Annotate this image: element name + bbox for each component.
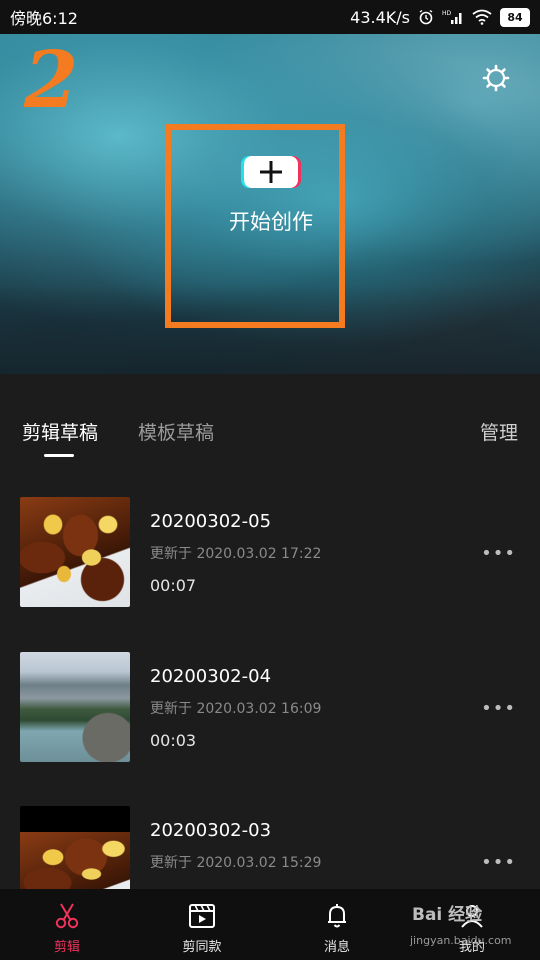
- more-dots-icon[interactable]: •••: [481, 852, 516, 873]
- annotation-number: 2: [24, 35, 79, 126]
- draft-thumbnail: [20, 652, 130, 762]
- baidu-jingyan-watermark: Bai 经验 jingyan.baidu.com: [400, 900, 520, 954]
- nav-item-edit[interactable]: 剪辑: [22, 889, 112, 960]
- draft-title: 20200302-05: [150, 511, 272, 532]
- nav-item-messages[interactable]: 消息: [292, 889, 382, 960]
- gear-icon[interactable]: [482, 64, 510, 92]
- watermark-sub: jingyan.baidu.com: [410, 934, 512, 947]
- more-dots-icon[interactable]: •••: [481, 698, 516, 719]
- draft-title: 20200302-03: [150, 820, 272, 841]
- draft-item[interactable]: 20200302-03 更新于 2020.03.02 15:29 •••: [0, 806, 540, 889]
- battery-icon: 84: [500, 7, 530, 27]
- plus-icon: [244, 156, 298, 188]
- nav-item-template[interactable]: 剪同款: [157, 889, 247, 960]
- draft-item[interactable]: 20200302-04 更新于 2020.03.02 16:09 00:03 •…: [0, 652, 540, 762]
- active-tab-indicator: [44, 454, 74, 457]
- draft-thumbnail: [20, 806, 130, 889]
- net-speed: 43.4K/s: [350, 7, 410, 27]
- manage-button[interactable]: 管理: [480, 418, 518, 445]
- nav-label: 剪辑: [53, 940, 80, 955]
- draft-duration: 00:03: [150, 731, 197, 750]
- watermark-main: Bai 经验: [412, 905, 483, 925]
- tab-template-drafts[interactable]: 模板草稿: [138, 418, 214, 445]
- clapperboard-icon: [189, 904, 215, 928]
- nav-label: 剪同款: [182, 940, 222, 955]
- draft-updated-time: 更新于 2020.03.02 17:22: [150, 546, 322, 562]
- nav-label: 消息: [323, 940, 350, 955]
- tab-edit-drafts[interactable]: 剪辑草稿: [22, 418, 98, 445]
- draft-title: 20200302-04: [150, 666, 272, 687]
- status-icons: 43.4K/s HD 84: [350, 7, 530, 27]
- start-create-label: 开始创作: [229, 210, 313, 234]
- draft-tabs: 剪辑草稿 模板草稿 管理: [0, 374, 540, 460]
- scissors-icon: [55, 903, 79, 929]
- svg-text:HD: HD: [442, 10, 452, 17]
- start-create-button[interactable]: 开始创作: [226, 156, 316, 236]
- hd-signal-icon: HD: [442, 10, 462, 24]
- draft-updated-time: 更新于 2020.03.02 15:29: [150, 855, 322, 871]
- bell-icon: [328, 904, 346, 928]
- draft-list: 20200302-05 更新于 2020.03.02 17:22 00:07 •…: [0, 497, 540, 889]
- draft-thumbnail: [20, 497, 130, 607]
- draft-updated-time: 更新于 2020.03.02 16:09: [150, 701, 322, 717]
- hero-banner: 2 开始创作: [0, 34, 540, 374]
- wifi-icon: [472, 9, 492, 25]
- status-bar: 傍晚6:12 43.4K/s HD 84: [0, 0, 540, 34]
- draft-duration: 00:07: [150, 576, 197, 595]
- alarm-icon: [419, 9, 433, 25]
- status-time: 傍晚6:12: [10, 9, 78, 28]
- draft-item[interactable]: 20200302-05 更新于 2020.03.02 17:22 00:07 •…: [0, 497, 540, 607]
- more-dots-icon[interactable]: •••: [481, 543, 516, 564]
